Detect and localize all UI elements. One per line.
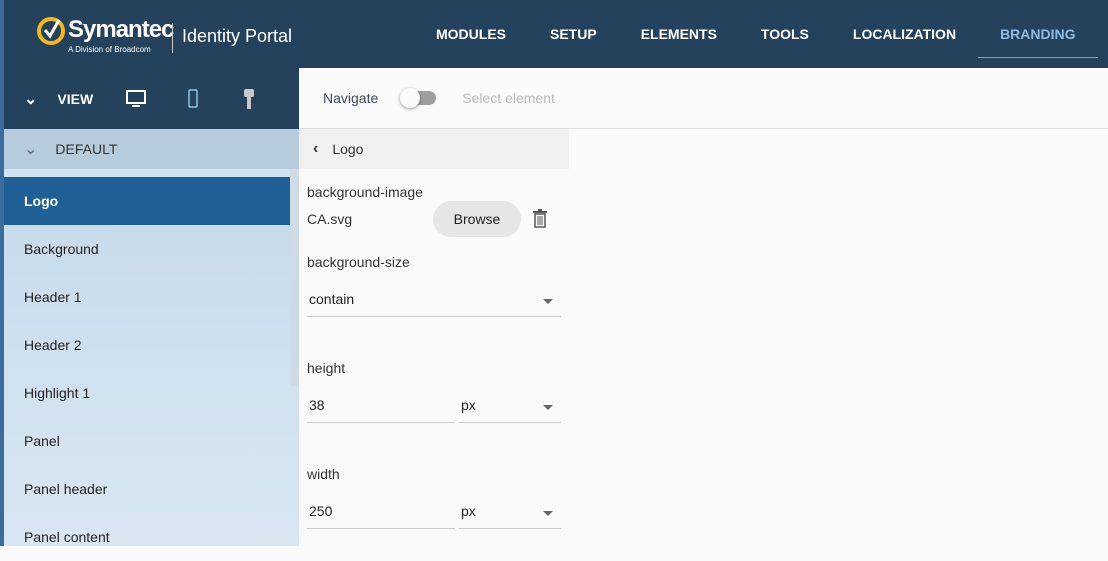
width-input[interactable]: 250 <box>307 503 455 529</box>
chevron-down-icon[interactable]: ⌄ <box>24 89 37 109</box>
brand-sub: A Division of Broadcom <box>68 45 151 54</box>
sidebar-item-logo[interactable]: Logo <box>4 177 290 225</box>
bg-size-select[interactable]: contain <box>307 291 561 317</box>
key-icon[interactable] <box>243 88 255 110</box>
height-unit-value: px <box>461 397 476 413</box>
width-unit-value: px <box>461 503 476 519</box>
brand-name: Symantec <box>68 16 174 43</box>
dropdown-caret-icon <box>543 511 553 516</box>
main-nav: MODULES SETUP ELEMENTS TOOLS LOCALIZATIO… <box>414 0 1098 58</box>
desktop-icon[interactable] <box>125 89 147 109</box>
group-default[interactable]: ⌄ DEFAULT <box>4 129 299 169</box>
dropdown-caret-icon <box>543 299 553 304</box>
nav-branding[interactable]: BRANDING <box>978 0 1098 58</box>
bg-image-label: background-image <box>307 184 423 200</box>
browse-button[interactable]: Browse <box>433 201 521 237</box>
navigate-label: Navigate <box>323 90 379 106</box>
divider <box>172 23 173 53</box>
nav-elements[interactable]: ELEMENTS <box>619 0 739 58</box>
nav-tools[interactable]: TOOLS <box>739 0 831 58</box>
toolbar: Navigate Select element <box>299 68 1108 129</box>
sidebar-item-header-2[interactable]: Header 2 <box>4 321 290 369</box>
nav-localization[interactable]: LOCALIZATION <box>831 0 978 58</box>
top-bar: Symantec A Division of Broadcom Identity… <box>0 0 1108 68</box>
trash-icon[interactable] <box>532 208 548 228</box>
app-title: Identity Portal <box>182 26 293 46</box>
bg-size-value: contain <box>309 291 355 307</box>
width-label: width <box>307 466 340 482</box>
chevron-down-icon: ⌄ <box>24 141 38 158</box>
sidebar-item-panel[interactable]: Panel <box>4 417 290 465</box>
back-chevron-icon[interactable]: ‹ <box>313 140 318 158</box>
property-panel: ‹ Logo background-image CA.svg Browse ba… <box>299 129 569 546</box>
height-input[interactable]: 38 <box>307 397 455 423</box>
sidebar-item-panel-header[interactable]: Panel header <box>4 465 290 513</box>
panel-title: Logo <box>332 141 364 157</box>
bg-image-value: CA.svg <box>307 211 353 227</box>
height-unit-select[interactable]: px <box>459 397 561 423</box>
group-label: DEFAULT <box>55 141 118 157</box>
sidebar-item-header-1[interactable]: Header 1 <box>4 273 290 321</box>
view-label[interactable]: VIEW <box>57 91 93 107</box>
mobile-icon[interactable] <box>187 88 199 109</box>
panel-header: ‹ Logo <box>299 129 569 169</box>
checkmark-logo-icon <box>37 17 65 45</box>
sidebar-scrollbar[interactable] <box>290 169 299 386</box>
sidebar-item-highlight-1[interactable]: Highlight 1 <box>4 369 290 417</box>
sidebar-item-background[interactable]: Background <box>4 225 290 273</box>
height-label: height <box>307 360 346 376</box>
sidebar: ⌄ DEFAULT Logo Background Header 1 Heade… <box>4 129 299 546</box>
bg-size-label: background-size <box>307 254 410 270</box>
dropdown-caret-icon <box>543 405 553 410</box>
view-bar: ⌄ VIEW <box>4 68 299 129</box>
width-unit-select[interactable]: px <box>459 503 561 529</box>
symantec-logo: Symantec <box>36 14 174 46</box>
nav-modules[interactable]: MODULES <box>414 0 528 58</box>
nav-setup[interactable]: SETUP <box>528 0 619 58</box>
navigate-toggle[interactable] <box>400 88 437 108</box>
select-element-label: Select element <box>462 90 555 106</box>
sidebar-item-panel-content[interactable]: Panel content <box>4 513 290 561</box>
